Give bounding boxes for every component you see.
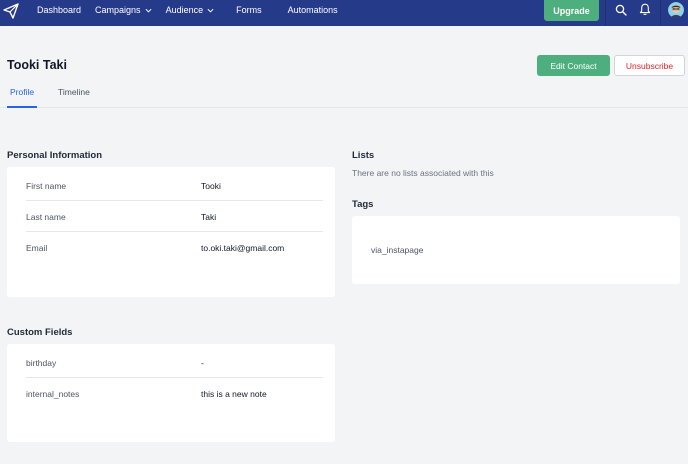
avatar[interactable] xyxy=(668,2,684,18)
nav-forms[interactable]: Forms xyxy=(236,5,262,15)
tag-item: via_instapage xyxy=(371,245,424,255)
field-value: to.oki.taki@gmail.com xyxy=(201,243,285,253)
field-value: - xyxy=(201,358,204,368)
lists-title: Lists xyxy=(352,150,375,161)
bell-icon[interactable] xyxy=(639,3,651,16)
custom-fields-title: Custom Fields xyxy=(7,327,73,338)
lists-empty-text: There are no lists associated with this xyxy=(352,168,494,178)
info-row-first-name: First name Tooki xyxy=(26,170,323,201)
info-row-last-name: Last name Taki xyxy=(26,201,323,232)
tab-profile[interactable]: Profile xyxy=(10,87,34,97)
upgrade-button[interactable]: Upgrade xyxy=(544,0,599,21)
profile-tabs: Profile Timeline xyxy=(0,82,688,108)
tags-title: Tags xyxy=(352,199,374,210)
field-label: internal_notes xyxy=(26,389,80,399)
info-row-email: Email to.oki.taki@gmail.com xyxy=(26,232,323,263)
custom-row-birthday: birthday - xyxy=(26,347,323,378)
nav-audience[interactable]: Audience xyxy=(166,5,215,15)
custom-fields-card: birthday - internal_notes this is a new … xyxy=(7,344,335,442)
tab-timeline[interactable]: Timeline xyxy=(58,87,90,97)
field-label: Email xyxy=(26,243,48,253)
main-nav: Dashboard Campaigns Audience Forms Autom… xyxy=(37,0,352,20)
field-label: birthday xyxy=(26,358,57,368)
paper-plane-logo-icon[interactable] xyxy=(2,2,20,20)
nav-dashboard[interactable]: Dashboard xyxy=(37,5,81,15)
contact-name-title: Tooki Taki xyxy=(7,58,67,72)
personal-info-title: Personal Information xyxy=(7,150,103,161)
field-label: First name xyxy=(26,181,67,191)
nav-divider xyxy=(660,0,661,26)
nav-automations-label: Automations xyxy=(287,5,338,15)
field-value: Tooki xyxy=(201,181,221,191)
search-icon[interactable] xyxy=(615,4,627,16)
custom-row-internal-notes: internal_notes this is a new note xyxy=(26,378,323,409)
unsubscribe-button[interactable]: Unsubscribe xyxy=(614,55,685,76)
nav-forms-label: Forms xyxy=(236,5,262,15)
field-value: Taki xyxy=(201,212,217,222)
personal-info-card: First name Tooki Last name Taki Email to… xyxy=(7,167,335,297)
nav-automations[interactable]: Automations xyxy=(288,5,338,15)
nav-dashboard-label: Dashboard xyxy=(37,5,82,15)
chevron-down-icon xyxy=(207,8,214,13)
nav-campaigns-label: Campaigns xyxy=(95,5,141,15)
field-label: Last name xyxy=(26,212,66,222)
top-navbar: Dashboard Campaigns Audience Forms Autom… xyxy=(0,0,688,26)
edit-contact-button[interactable]: Edit Contact xyxy=(537,55,610,76)
active-tab-indicator xyxy=(7,106,37,108)
chevron-down-icon xyxy=(145,8,152,13)
nav-divider xyxy=(605,0,606,26)
nav-campaigns[interactable]: Campaigns xyxy=(95,5,152,15)
tags-card: via_instapage xyxy=(352,216,680,284)
nav-audience-label: Audience xyxy=(165,5,204,15)
field-value: this is a new note xyxy=(201,389,267,399)
